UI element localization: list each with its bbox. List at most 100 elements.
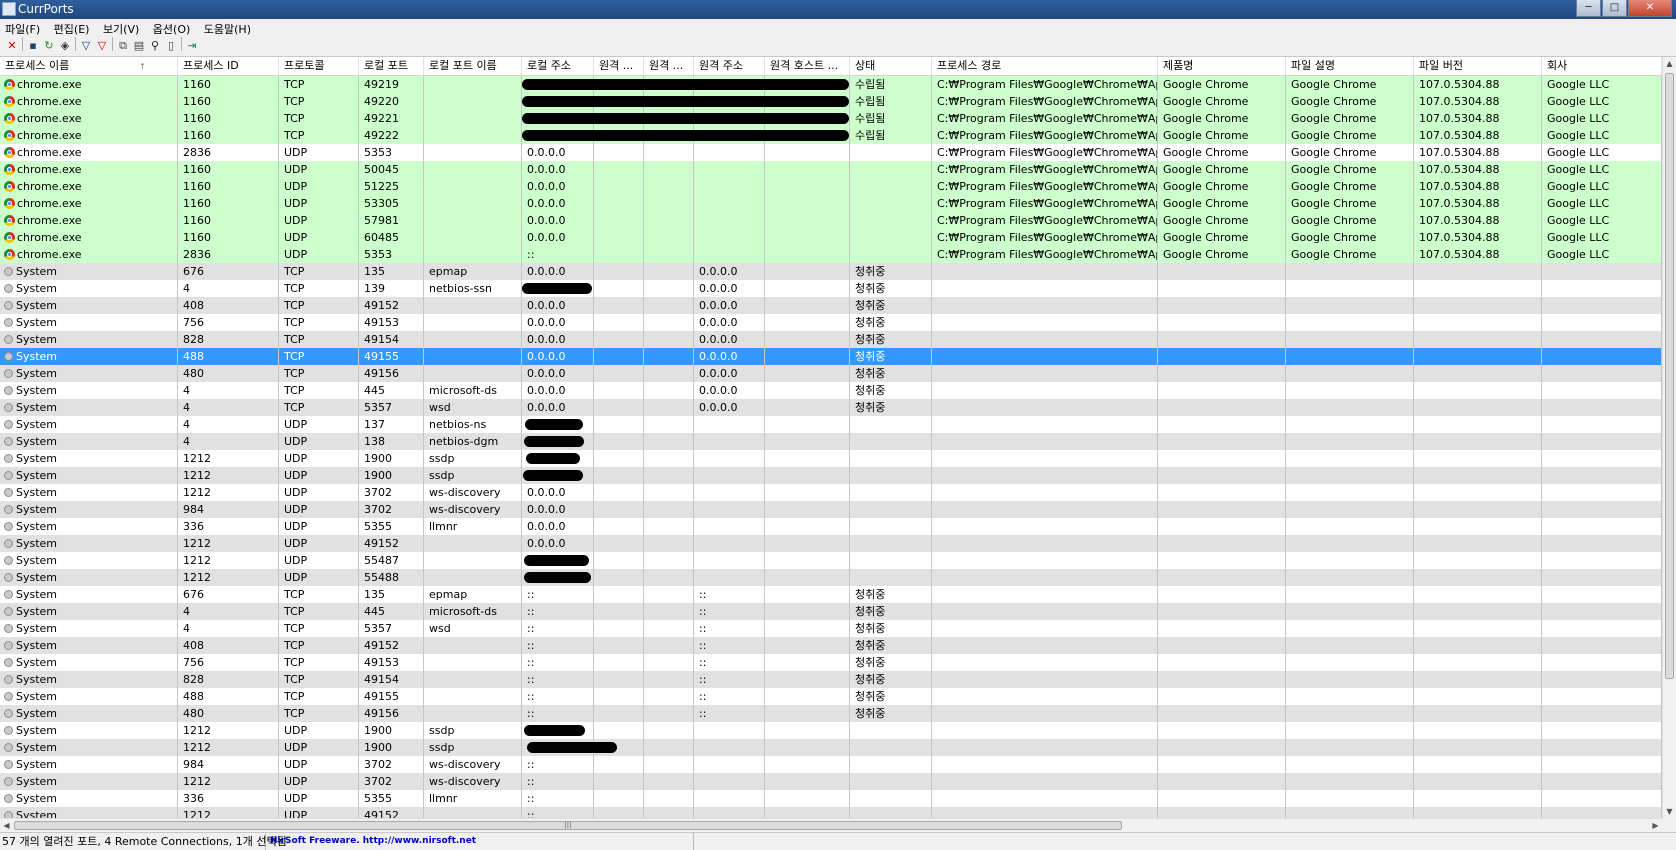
table-row[interactable]: chrome.exe 1160 UDP 51225 0.0.0.0 C:₩Program … [0,178,1662,195]
column-header[interactable]: 프로세스 경로 [932,57,1158,75]
column-header[interactable]: 회사 [1542,57,1662,75]
table-row[interactable]: System 4 TCP 5357 wsd 0.0.0.0 0.0.0.0 청취중 [0,399,1662,416]
horizontal-scrollbar[interactable]: ◀ ||| ▶ [0,818,1662,832]
table-row[interactable]: chrome.exe 1160 UDP 50045 0.0.0.0 C:₩Program … [0,161,1662,178]
menu-help[interactable]: 도움말(H) [199,19,256,37]
table-cell [765,229,850,246]
table-row[interactable]: chrome.exe 1160 TCP 49222 수립됨 C:₩Program File… [0,127,1662,144]
copy-icon[interactable]: ⧉ [115,38,131,54]
cell-text: System [16,639,58,652]
table-row[interactable]: System 4 TCP 445 microsoft-ds 0.0.0.0 0.0.0.0 청… [0,382,1662,399]
column-header[interactable]: 프로세스 ID [178,57,279,75]
save-icon[interactable]: ▪ [25,38,41,54]
table-row[interactable]: System 828 TCP 49154:::: 청취중 [0,671,1662,688]
column-header[interactable]: 파일 설명 [1286,57,1414,75]
table-row[interactable]: chrome.exe 1160 UDP 60485 0.0.0.0 C:₩Program … [0,229,1662,246]
close-button[interactable]: ✕ [1628,0,1672,17]
table-row[interactable]: System 336 UDP 5355 llmnr:: [0,790,1662,807]
table-cell: 청취중 [850,399,932,416]
table-row[interactable]: System 336 UDP 5355 llmnr 0.0.0.0 [0,518,1662,535]
table-row[interactable]: System 984 UDP 3702 ws-discovery 0.0.0.0 [0,501,1662,518]
table-row[interactable]: System 828 TCP 49154 0.0.0.0 0.0.0.0 청취중 [0,331,1662,348]
horizontal-scroll-thumb[interactable]: ||| [14,821,1122,830]
vertical-scrollbar[interactable]: ▲ ▼ [1662,57,1676,818]
table-row[interactable]: chrome.exe 1160 TCP 49220 수립됨 C:₩Program File… [0,93,1662,110]
table-row[interactable]: chrome.exe 1160 UDP 53305 0.0.0.0 C:₩Program … [0,195,1662,212]
close-connection-icon[interactable]: ✕ [4,38,20,54]
table-row[interactable]: System 1212 UDP 55487 [0,552,1662,569]
table-row[interactable]: chrome.exe 2836 UDP 5353 0.0.0.0 C:₩Program F… [0,144,1662,161]
menu-view[interactable]: 보기(V) [98,19,144,37]
properties-icon[interactable]: ▤ [131,38,147,54]
refresh-icon[interactable]: ↻ [41,38,57,54]
menu-options[interactable]: 옵션(O) [148,19,195,37]
table-row[interactable]: System 676 TCP 135 epmap:::: 청취중 [0,586,1662,603]
nirsoft-link[interactable]: NirSoft Freeware. http://www.nirsoft.net [266,833,694,850]
scroll-up-icon[interactable]: ▲ [1663,57,1676,70]
column-header[interactable]: 제품명 [1158,57,1286,75]
exit-icon[interactable]: ⇥ [184,38,200,54]
table-cell [644,790,694,807]
filter-icon[interactable]: ▽ [78,38,94,54]
table-row[interactable]: System 488 TCP 49155:::: 청취중 [0,688,1662,705]
table-row[interactable]: System 676 TCP 135 epmap 0.0.0.0 0.0.0.0 청취중 [0,263,1662,280]
table-cell: 0.0.0.0 [522,484,594,501]
column-header[interactable]: 원격 ... [594,57,644,75]
scroll-down-icon[interactable]: ▼ [1663,805,1676,818]
table-cell [765,161,850,178]
table-row[interactable]: System 4 TCP 139 netbios-ssn 0.0.0.0 청취중 [0,280,1662,297]
table-row[interactable]: System 1212 UDP 55488 [0,569,1662,586]
report-icon[interactable]: ▯ [163,38,179,54]
table-row[interactable]: chrome.exe 2836 UDP 5353:: C:₩Program Files₩… [0,246,1662,263]
column-header[interactable]: 프로세스 이름 ↑ [0,57,178,75]
find-icon[interactable]: ⚲ [147,38,163,54]
table-row[interactable]: System 1212 UDP 1900 ssdp [0,722,1662,739]
minimize-button[interactable]: ─ [1576,0,1601,17]
column-header[interactable]: 상태 [850,57,932,75]
table-row[interactable]: System 1212 UDP 1900 ssdp [0,450,1662,467]
table-row[interactable]: System 756 TCP 49153 0.0.0.0 0.0.0.0 청취중 [0,314,1662,331]
table-row[interactable]: System 756 TCP 49153:::: 청취중 [0,654,1662,671]
table-row[interactable]: System 1212 UDP 49152:: [0,807,1662,818]
table-row[interactable]: System 480 TCP 49156:::: 청취중 [0,705,1662,722]
table-row[interactable]: System 1212 UDP 3702 ws-discovery:: [0,773,1662,790]
menu-file[interactable]: 파일(F) [0,19,45,37]
column-header[interactable]: 원격 ... [644,57,694,75]
table-row[interactable]: System 4 TCP 5357 wsd:::: 청취중 [0,620,1662,637]
table-cell: C:₩Program Files₩Google₩Chrome₩Applic... [932,195,1158,212]
table-row[interactable]: chrome.exe 1160 TCP 49221 수립됨 C:₩Program File… [0,110,1662,127]
table-row[interactable]: System 1212 UDP 3702 ws-discovery 0.0.0.0 [0,484,1662,501]
maximize-button[interactable]: □ [1602,0,1627,17]
table-row[interactable]: System 1212 UDP 49152 0.0.0.0 [0,535,1662,552]
table-cell: 0.0.0.0 [522,314,594,331]
column-header[interactable]: 로컬 포트 이름 [424,57,522,75]
table-row[interactable]: System 480 TCP 49156 0.0.0.0 0.0.0.0 청취중 [0,365,1662,382]
table-row[interactable]: System 984 UDP 3702 ws-discovery:: [0,756,1662,773]
table-row[interactable]: chrome.exe 1160 TCP 49219 수립됨 C:₩Program File… [0,76,1662,93]
column-header[interactable]: 로컬 주소 [522,57,594,75]
table-cell: epmap [424,586,522,603]
scroll-right-icon[interactable]: ▶ [1649,819,1662,832]
menu-edit[interactable]: 편집(E) [49,19,95,37]
table-cell [644,518,694,535]
table-row[interactable]: System 4 UDP 137 netbios-ns [0,416,1662,433]
table-row[interactable]: System 488 TCP 49155 0.0.0.0 0.0.0.0 청취중 [0,348,1662,365]
filter-remove-icon[interactable]: ▽ [94,38,110,54]
vertical-scroll-thumb[interactable] [1665,73,1674,679]
table-row[interactable]: chrome.exe 1160 UDP 57981 0.0.0.0 C:₩Program … [0,212,1662,229]
column-header[interactable]: 파일 버전 [1414,57,1542,75]
table-row[interactable]: System 4 UDP 138 netbios-dgm [0,433,1662,450]
html-report-icon[interactable]: ◈ [57,38,73,54]
column-header[interactable]: 원격 주소 [694,57,765,75]
cell-text: 청취중 [855,588,886,601]
table-row[interactable]: System 1212 UDP 1900 ssdp [0,739,1662,756]
scroll-left-icon[interactable]: ◀ [0,819,13,832]
column-header[interactable]: 원격 호스트 ... [765,57,850,75]
table-row[interactable]: System 408 TCP 49152:::: 청취중 [0,637,1662,654]
table-row[interactable]: System 408 TCP 49152 0.0.0.0 0.0.0.0 청취중 [0,297,1662,314]
table-row[interactable]: System 1212 UDP 1900 ssdp [0,467,1662,484]
table-row[interactable]: System 4 TCP 445 microsoft-ds:::: 청취중 [0,603,1662,620]
column-header[interactable]: 로컬 포트 [359,57,424,75]
system-process-icon [4,811,13,818]
column-header[interactable]: 프로토콜 [279,57,359,75]
